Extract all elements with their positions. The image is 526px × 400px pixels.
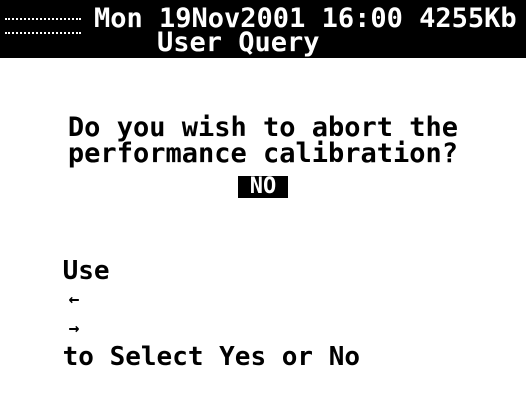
- selection-hint: Use ← → to Select Yes or No: [0, 229, 360, 399]
- hint-suffix: to Select Yes or No: [62, 342, 361, 372]
- hint-prefix: Use: [62, 256, 110, 286]
- screen: Mon 19Nov2001 16:00 4255Kb User Query Do…: [0, 0, 526, 371]
- question-line-2: performance calibration?: [67, 138, 459, 169]
- menu-dots-icon: [5, 18, 81, 34]
- left-arrow-icon: ←: [68, 289, 80, 310]
- page-title: User Query: [157, 27, 320, 58]
- header-bar: Mon 19Nov2001 16:00 4255Kb User Query: [0, 0, 526, 58]
- right-arrow-icon: →: [68, 318, 80, 339]
- selected-option-no[interactable]: NO: [238, 176, 288, 198]
